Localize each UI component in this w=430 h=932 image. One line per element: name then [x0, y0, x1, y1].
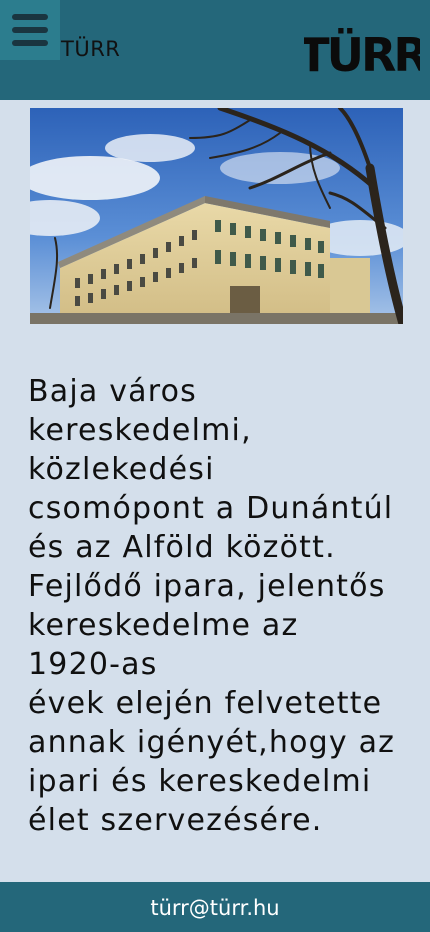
intro-line: Fejlődő ipara, jelentős [28, 569, 386, 604]
turr-logo[interactable]: TÜRR [304, 28, 420, 76]
footer-email-link[interactable]: türr@türr.hu [150, 896, 279, 920]
site-title: TÜRR [61, 37, 121, 61]
intro-line: csomópont a Dunántúl [28, 491, 394, 526]
intro-line: és az Alföld között. [28, 530, 336, 565]
intro-line: kereskedelmi, [28, 413, 252, 448]
intro-line: 1920-as [28, 647, 158, 682]
intro-line: ipari és kereskedelmi [28, 764, 372, 799]
intro-line: kereskedelme az [28, 608, 299, 643]
intro-line: annak igényét,hogy az [28, 725, 396, 760]
intro-text: Baja város kereskedelmi, közlekedési cso… [28, 372, 408, 840]
school-building-photo [30, 108, 403, 324]
intro-line: élet szervezésére. [28, 803, 323, 838]
footer-bar: türr@türr.hu [0, 882, 430, 932]
intro-line: évek elején felvetette [28, 686, 383, 721]
top-header: TÜRR TÜRR [0, 0, 430, 100]
intro-line: közlekedési [28, 452, 215, 487]
intro-line: Baja város [28, 374, 198, 409]
logo-text: TÜRR [304, 28, 420, 76]
menu-button[interactable] [0, 0, 60, 60]
